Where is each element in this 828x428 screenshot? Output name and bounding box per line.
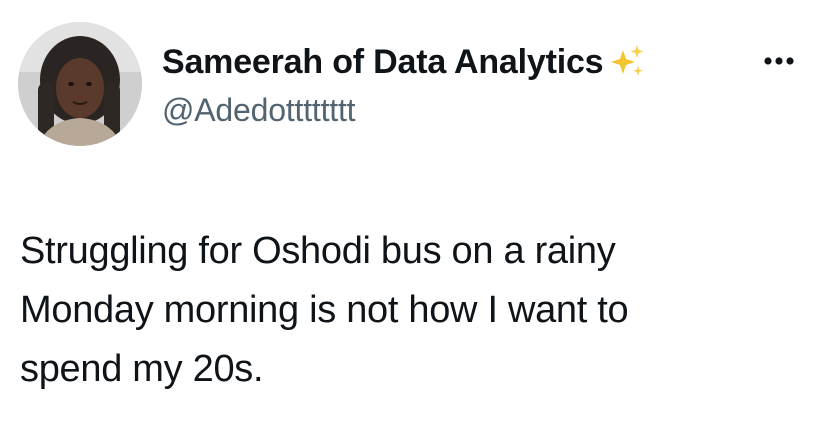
sparkles-icon — [607, 42, 647, 82]
avatar-photo — [18, 22, 142, 146]
tweet-card: Sameerah of Data Analytics @Adedottttttt… — [0, 0, 828, 428]
more-options-button[interactable] — [760, 46, 798, 76]
display-name[interactable]: Sameerah of Data Analytics — [162, 43, 604, 82]
tweet-text-line: spend my 20s. — [20, 348, 264, 390]
author-name-row[interactable]: Sameerah of Data Analytics — [162, 40, 647, 84]
avatar[interactable] — [18, 22, 142, 146]
tweet-text-line: Monday morning is not how I want to — [20, 289, 629, 331]
user-handle[interactable]: @Adedotttttttt — [162, 92, 356, 129]
more-horizontal-icon — [764, 57, 794, 65]
tweet-text-line: Struggling for Oshodi bus on a rainy — [20, 230, 616, 272]
tweet-text: Struggling for Oshodi bus on a rainy Mon… — [20, 222, 800, 399]
